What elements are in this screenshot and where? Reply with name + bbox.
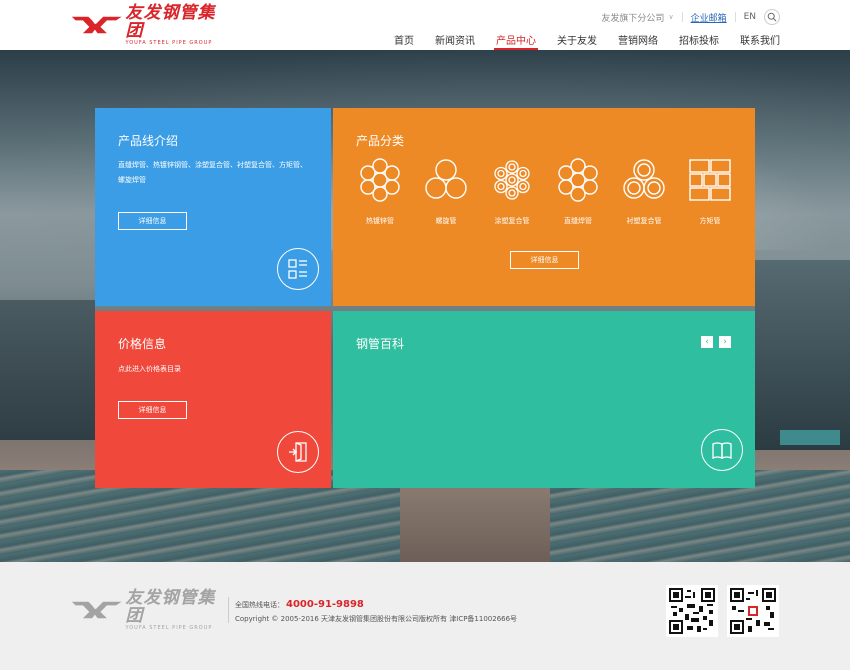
categories-detail-button[interactable]: 详细信息	[510, 251, 579, 269]
price-detail-button[interactable]: 详细信息	[118, 401, 187, 419]
hotline-number: 4000-91-9898	[286, 599, 364, 610]
category-item[interactable]: 方矩管	[685, 158, 735, 226]
encyclopedia-icon-button[interactable]	[701, 429, 743, 471]
welded-pipe-icon	[558, 158, 598, 202]
nav-marketing[interactable]: 营销网络	[618, 32, 658, 50]
nav-bidding[interactable]: 招标投标	[679, 32, 719, 50]
site-footer: 友发钢管集团 YOUFA STEEL PIPE GROUP 全国热线电话： 400…	[0, 562, 850, 670]
steel-pipe-encyclopedia-tile: 钢管百科 ‹ ›	[333, 311, 755, 488]
category-label: 直缝焊管	[564, 217, 592, 225]
categories-title: 产品分类	[356, 134, 405, 148]
price-desc: 点此进入价格表目录	[118, 365, 181, 373]
logo-mark-icon	[71, 16, 122, 34]
product-line-detail-button[interactable]: 详细信息	[118, 212, 187, 230]
qr-code-icon	[730, 588, 776, 634]
spiral-pipe-icon	[425, 159, 467, 199]
price-icon-button[interactable]	[277, 431, 319, 473]
site-logo[interactable]: 友发钢管集团 YOUFA STEEL PIPE GROUP	[70, 4, 225, 46]
category-label: 热镀锌管	[366, 217, 394, 225]
subsidiaries-label: 友发旗下分公司	[601, 13, 665, 24]
factory-buildings-right	[755, 260, 850, 450]
product-line-tile[interactable]: 产品线介绍 直缝焊管、热镀锌钢管、涂塑复合管、衬塑复合管、方矩管、螺旋焊管 详细…	[95, 108, 331, 306]
category-label: 衬塑复合管	[626, 217, 662, 225]
search-button[interactable]	[764, 9, 780, 25]
footer-info: 全国热线电话： 4000-91-9898 Copyright © 2005-201…	[235, 598, 517, 626]
carousel-prev-button[interactable]: ‹	[701, 336, 713, 348]
site-header: 友发钢管集团 YOUFA STEEL PIPE GROUP 友发旗下分公司 ∨ …	[0, 0, 850, 50]
category-item[interactable]: 涂塑复合管	[487, 158, 537, 226]
footer-logo-text-en: YOUFA STEEL PIPE GROUP	[125, 624, 213, 631]
carousel-next-button[interactable]: ›	[719, 336, 731, 348]
footer-logo: 友发钢管集团 YOUFA STEEL PIPE GROUP	[70, 589, 225, 631]
logo-mark-icon	[71, 601, 122, 619]
product-line-desc: 直缝焊管、热镀锌钢管、涂塑复合管、衬塑复合管、方矩管、螺旋焊管	[118, 161, 307, 184]
footer-divider	[228, 597, 229, 623]
factory-roof	[780, 430, 840, 445]
product-line-title: 产品线介绍	[118, 134, 179, 148]
divider	[734, 12, 736, 22]
product-line-icon-button[interactable]	[277, 248, 319, 290]
chevron-down-icon: ∨	[668, 13, 674, 21]
carousel-arrows: ‹ ›	[695, 336, 731, 348]
subsidiaries-dropdown[interactable]: 友发旗下分公司 ∨	[601, 11, 673, 24]
category-item[interactable]: 热镀锌管	[355, 158, 405, 226]
footer-logo-text-cn: 友发钢管集团	[125, 587, 216, 626]
lined-pipe-icon	[623, 159, 665, 199]
encyclopedia-title: 钢管百科	[356, 337, 405, 351]
logo-text-en: YOUFA STEEL PIPE GROUP	[125, 39, 213, 46]
price-title: 价格信息	[118, 337, 167, 351]
qr-code-icon	[669, 588, 715, 634]
nav-products[interactable]: 产品中心	[494, 32, 538, 50]
category-label: 方矩管	[699, 217, 721, 225]
category-item[interactable]: 直缝焊管	[553, 158, 603, 226]
product-categories-tile: 产品分类 热镀锌管 螺旋管 涂塑复合管 直缝焊管 衬塑复合管 方矩管 详细信息	[333, 108, 755, 306]
nav-contact[interactable]: 联系我们	[740, 32, 780, 50]
top-links: 友发旗下分公司 ∨ 企业邮箱 EN	[601, 9, 780, 25]
category-item[interactable]: 衬塑复合管	[619, 158, 669, 226]
nav-about[interactable]: 关于友发	[557, 32, 597, 50]
category-label: 涂塑复合管	[494, 217, 530, 225]
logo-text-cn: 友发钢管集团	[125, 2, 216, 41]
category-item[interactable]: 螺旋管	[421, 158, 471, 226]
square-pipe-icon	[689, 159, 731, 201]
door-enter-icon	[289, 442, 307, 462]
hotline-label: 全国热线电话：	[235, 601, 284, 609]
yard-road	[400, 486, 550, 562]
coated-pipe-icon	[494, 160, 530, 200]
hot-dip-pipe-icon	[360, 158, 400, 202]
qr-code-wechat	[666, 585, 718, 637]
copyright-text: Copyright © 2005-2016 天津友发钢管集团股份有限公司版权所有…	[235, 615, 518, 623]
nav-news[interactable]: 新闻资讯	[435, 32, 475, 50]
divider	[681, 12, 683, 22]
main-nav: 首页 新闻资讯 产品中心 关于友发 营销网络 招标投标 联系我们	[373, 32, 780, 50]
qr-code-app	[727, 585, 779, 637]
grid-list-icon	[288, 259, 307, 279]
category-list: 热镀锌管 螺旋管 涂塑复合管 直缝焊管 衬塑复合管 方矩管	[355, 158, 735, 226]
book-icon	[712, 442, 732, 460]
mail-link[interactable]: 企业邮箱	[691, 11, 727, 24]
factory-buildings-left	[0, 300, 95, 440]
language-en-link[interactable]: EN	[744, 12, 756, 22]
price-info-tile[interactable]: 价格信息 点此进入价格表目录 详细信息	[95, 311, 331, 488]
category-label: 螺旋管	[435, 217, 457, 225]
nav-home[interactable]: 首页	[394, 32, 414, 50]
search-icon	[767, 12, 777, 22]
